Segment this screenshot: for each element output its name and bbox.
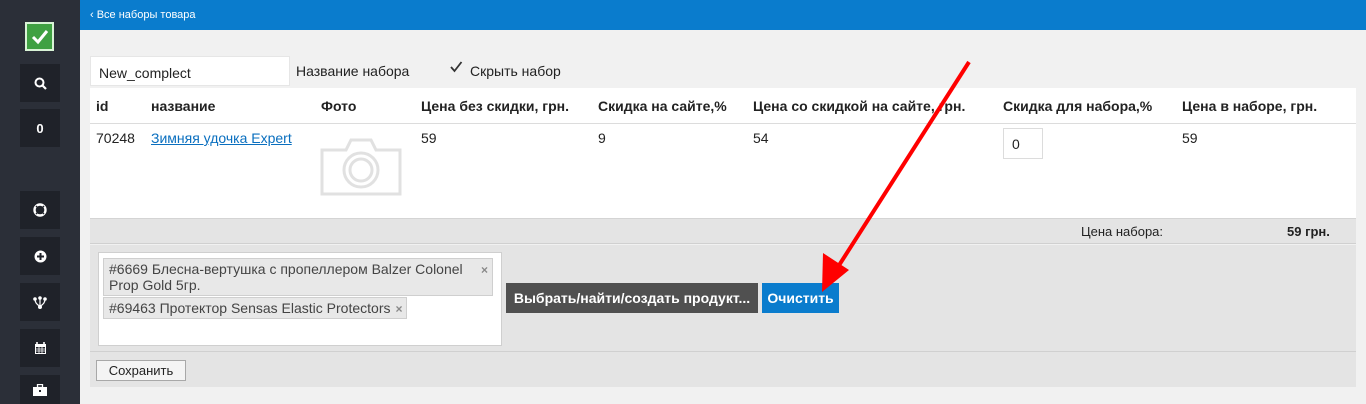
set-discount-input[interactable] bbox=[1003, 128, 1043, 159]
hide-set-checkbox[interactable] bbox=[449, 60, 463, 74]
tag-text-line: #6669 Блесна-вертушка с пропеллером Balz… bbox=[109, 261, 463, 277]
products-table: id название Фото Цена без скидки, грн. С… bbox=[90, 88, 1356, 218]
help-button[interactable] bbox=[20, 191, 60, 229]
header-set-price: Цена в наборе, грн. bbox=[1182, 98, 1318, 114]
check-icon[interactable] bbox=[25, 22, 54, 51]
save-button[interactable]: Сохранить bbox=[96, 360, 186, 381]
cell-price: 59 bbox=[421, 130, 437, 146]
top-bar: ‹ Все наборы товара bbox=[80, 0, 1366, 30]
header-photo: Фото bbox=[321, 98, 357, 114]
set-name-label: Название набора bbox=[296, 63, 410, 79]
header-site-discount: Скидка на сайте,% bbox=[598, 98, 727, 114]
tag-text: #69463 Протектор Sensas Elastic Protecto… bbox=[109, 300, 391, 316]
header-price: Цена без скидки, грн. bbox=[421, 98, 570, 114]
structure-button[interactable] bbox=[20, 283, 60, 321]
back-to-sets-link[interactable]: ‹ Все наборы товара bbox=[90, 9, 196, 21]
set-name-input[interactable] bbox=[90, 56, 290, 86]
briefcase-button[interactable] bbox=[20, 375, 60, 404]
product-name-link[interactable]: Зимняя удочка Expert bbox=[151, 130, 292, 146]
header-discounted-price: Цена со скидкой на сайте, грн. bbox=[753, 98, 966, 114]
cell-id: 70248 bbox=[96, 130, 135, 146]
cell-set-price: 59 bbox=[1182, 130, 1198, 146]
total-bar: Цена набора: 59 грн. bbox=[90, 218, 1356, 244]
hide-set-label: Скрыть набор bbox=[470, 63, 561, 79]
choose-product-button[interactable]: Выбрать/найти/создать продукт... bbox=[506, 283, 758, 313]
product-tag: #6669 Блесна-вертушка с пропеллером Balz… bbox=[103, 258, 493, 296]
calendar-icon bbox=[34, 341, 47, 355]
camera-icon bbox=[320, 136, 402, 196]
save-bar: Сохранить bbox=[90, 351, 1356, 387]
sitemap-icon bbox=[33, 295, 47, 309]
add-button[interactable] bbox=[20, 237, 60, 275]
cell-discounted-price: 54 bbox=[753, 130, 769, 146]
remove-tag-icon[interactable]: × bbox=[395, 301, 402, 317]
total-label: Цена набора: bbox=[1081, 224, 1164, 239]
search-icon bbox=[34, 77, 47, 90]
product-tag: #69463 Протектор Sensas Elastic Protecto… bbox=[103, 297, 408, 319]
search-button[interactable] bbox=[20, 64, 60, 102]
sidebar: 0 bbox=[0, 0, 80, 404]
calendar-button[interactable] bbox=[20, 329, 60, 367]
selected-products-box[interactable]: #6669 Блесна-вертушка с пропеллером Balz… bbox=[98, 252, 502, 346]
header-id: id bbox=[96, 98, 109, 114]
lifebuoy-icon bbox=[33, 203, 47, 217]
cell-site-discount: 9 bbox=[598, 130, 606, 146]
header-name: название bbox=[151, 98, 216, 114]
tag-text-line: Prop Gold 5гр. bbox=[109, 277, 201, 293]
remove-tag-icon[interactable]: × bbox=[481, 262, 488, 278]
briefcase-icon bbox=[33, 383, 47, 396]
counter-badge[interactable]: 0 bbox=[20, 109, 60, 147]
products-picker: #6669 Блесна-вертушка с пропеллером Balz… bbox=[90, 245, 1356, 351]
clear-button[interactable]: Очистить bbox=[762, 283, 839, 313]
total-value: 59 грн. bbox=[1287, 224, 1330, 239]
plus-circle-icon bbox=[34, 250, 47, 263]
header-set-discount: Скидка для набора,% bbox=[1003, 98, 1153, 114]
table-divider bbox=[90, 123, 1356, 124]
